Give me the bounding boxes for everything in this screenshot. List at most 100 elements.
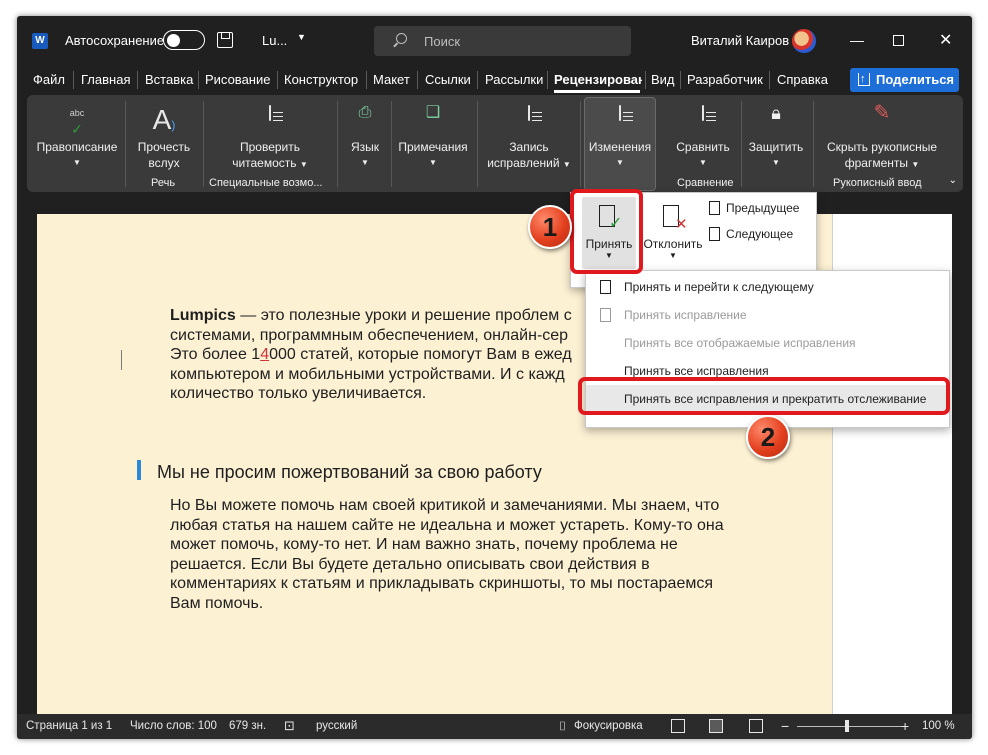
compare-button[interactable]: Сравнить ▼	[673, 105, 733, 171]
changes-button[interactable]: Изменения ▼	[585, 105, 655, 171]
zoom-slider-track[interactable]	[797, 726, 907, 727]
previous-change-button[interactable]: Предыдущее	[709, 201, 799, 215]
protect-button[interactable]: 🔒︎ Защитить ▼	[745, 103, 807, 171]
group-divider	[741, 101, 742, 187]
share-label: Поделиться	[876, 72, 955, 87]
hide-ink-label-1: Скрыть рукописные	[826, 140, 938, 154]
comments-button[interactable]: ❑ Примечания ▼	[397, 105, 469, 171]
tab-home[interactable]: Главная	[81, 72, 130, 87]
zoom-slider-thumb[interactable]	[845, 720, 849, 732]
tab-draw[interactable]: Рисование	[205, 72, 270, 87]
status-bar: Страница 1 из 1 Число слов: 100 679 зн. …	[17, 714, 972, 739]
share-button[interactable]: Поделиться	[850, 67, 959, 92]
autosave-toggle[interactable]	[163, 30, 205, 50]
save-icon[interactable]	[217, 32, 233, 48]
tab-layout[interactable]: Макет	[373, 72, 410, 87]
text-line: решается. Если Вы будете детально описыв…	[170, 555, 650, 573]
read-mode-icon[interactable]	[671, 719, 685, 733]
group-label-speech: Речь	[151, 177, 176, 189]
track-label-1: Запись	[509, 140, 549, 154]
word-window: W Автосохранение Lu... ▼ Поиск Виталий К…	[17, 16, 972, 739]
section-heading[interactable]: Мы не просим пожертвований за свою работ…	[157, 462, 542, 483]
tab-references[interactable]: Ссылки	[425, 72, 471, 87]
document-filename[interactable]: Lu...	[262, 33, 287, 48]
callout-highlight-stop-tracking	[578, 377, 950, 415]
spelling-icon: abc ✓	[69, 108, 85, 137]
check-access-label-1: Проверить	[239, 140, 300, 154]
tab-insert[interactable]: Вставка	[145, 72, 193, 87]
protect-label: Защитить	[748, 140, 804, 154]
tab-divider	[645, 71, 646, 89]
print-layout-icon[interactable]	[709, 719, 723, 733]
ribbon-collapse-icon[interactable]: ⌄	[949, 175, 957, 186]
menu-item-accept-and-next[interactable]: Принять и перейти к следующему	[586, 273, 949, 301]
group-divider	[580, 101, 581, 187]
text-line: 000 статей, которые помогут Вам в ежед	[269, 346, 572, 363]
tab-divider	[477, 71, 478, 89]
language-button[interactable]: ⎙ Язык ▼	[343, 105, 387, 171]
tab-review[interactable]: Рецензирование	[554, 72, 642, 87]
char-count[interactable]: 679 зн.	[229, 720, 266, 732]
read-aloud-button[interactable]: A) Прочесть вслух	[131, 105, 197, 171]
tab-mailings[interactable]: Рассылки	[485, 72, 543, 87]
group-label-ink: Рукописный ввод	[833, 177, 922, 189]
hide-ink-button[interactable]: ✎ Скрыть рукописные фрагменты ▼	[817, 102, 947, 173]
menu-item-accept-shown[interactable]: Принять все отображаемые исправления	[586, 329, 949, 357]
menu-item-label: Принять все отображаемые исправления	[624, 336, 856, 350]
zoom-in-button[interactable]: +	[901, 718, 909, 734]
active-tab-indicator	[554, 90, 640, 93]
next-label: Следующее	[726, 227, 794, 241]
group-divider	[337, 101, 338, 187]
callout-highlight-accept	[570, 189, 643, 274]
spelling-abc-label: abc	[69, 108, 85, 118]
zoom-level[interactable]: 100 %	[922, 720, 955, 732]
zoom-out-button[interactable]: −	[781, 718, 789, 734]
reject-button[interactable]: ✕ Отклонить ▼	[643, 197, 703, 269]
next-change-button[interactable]: Следующее	[709, 227, 793, 241]
spelling-label: Правописание	[36, 140, 118, 154]
tab-divider	[680, 71, 681, 89]
tab-divider	[547, 71, 548, 89]
chevron-down-icon: ▼	[562, 160, 571, 169]
tab-file[interactable]: Файл	[33, 72, 65, 87]
menu-item-label: Принять и перейти к следующему	[624, 280, 814, 294]
text-line: — это полезные уроки и решение проблем с	[235, 307, 572, 324]
close-icon[interactable]: ✕	[939, 30, 952, 50]
word-count[interactable]: Число слов: 100	[130, 720, 217, 732]
brand-name: Lumpics	[170, 307, 236, 324]
tab-developer[interactable]: Разработчик	[687, 72, 763, 87]
language-status[interactable]: русский	[316, 720, 357, 732]
page-count[interactable]: Страница 1 из 1	[26, 720, 112, 732]
tab-help[interactable]: Справка	[777, 72, 828, 87]
chevron-down-icon[interactable]: ▼	[297, 32, 306, 42]
menu-item-accept-change[interactable]: Принять исправление	[586, 301, 949, 329]
maximize-icon[interactable]	[893, 35, 904, 46]
document-icon	[528, 105, 530, 121]
document-icon	[702, 105, 704, 121]
search-input[interactable]: Поиск	[374, 26, 631, 56]
avatar[interactable]	[792, 29, 816, 53]
minimize-icon[interactable]: —	[850, 32, 864, 48]
lock-icon: 🔒︎	[771, 103, 781, 123]
tab-view[interactable]: Вид	[651, 72, 675, 87]
pen-icon: ✎	[873, 102, 891, 124]
track-changes-icon	[516, 105, 542, 135]
accept-next-icon	[600, 280, 611, 294]
user-name[interactable]: Виталий Каиров	[691, 33, 789, 48]
track-changes-button[interactable]: Запись исправлений ▼	[483, 105, 575, 173]
text-line: любая статья на нашем сайте не идеальна …	[170, 516, 724, 534]
focus-icon[interactable]: ⌷	[559, 719, 566, 734]
menu-item-label: Принять исправление	[624, 308, 747, 322]
check-accessibility-button[interactable]: Проверить читаемость ▼	[209, 105, 331, 173]
step-badge-1: 1	[528, 205, 572, 249]
proofing-icon[interactable]: ⊡	[284, 718, 295, 734]
step-badge-2: 2	[746, 415, 790, 459]
web-layout-icon[interactable]	[749, 719, 763, 733]
tab-design[interactable]: Конструктор	[284, 72, 358, 87]
x-icon: ✕	[675, 216, 688, 233]
spelling-button[interactable]: abc ✓ Правописание ▼	[35, 105, 119, 171]
paragraph-body[interactable]: Но Вы можете помочь нам своей критикой и…	[170, 496, 810, 613]
chevron-down-icon: ▼	[429, 158, 437, 167]
focus-mode-button[interactable]: Фокусировка	[574, 720, 643, 732]
accessibility-icon	[257, 105, 283, 135]
